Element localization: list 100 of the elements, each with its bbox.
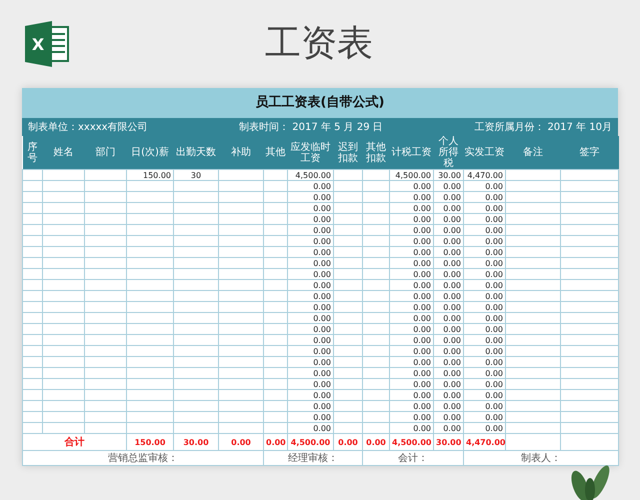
- total-label: 合计: [22, 434, 126, 450]
- table-cell: 0.00: [464, 390, 506, 400]
- table-cell: 0.00: [434, 224, 464, 236]
- table-cell: 0.00: [434, 390, 464, 400]
- table-cell: 0.00: [288, 356, 334, 368]
- signature-label: 经理审核：: [264, 450, 362, 466]
- table-cell: 0.00: [362, 434, 390, 450]
- table-cell: 0.00: [434, 346, 464, 356]
- table-cell: 150.00: [126, 170, 174, 180]
- table-cell: 4,500.00: [390, 434, 434, 450]
- table-cell: 0.00: [390, 258, 434, 268]
- table-cell: 0.00: [464, 324, 506, 334]
- column-header: 签字: [560, 136, 618, 170]
- table-cell: 0.00: [288, 378, 334, 390]
- table-cell: 0.00: [464, 246, 506, 258]
- table-cell: 0.00: [464, 312, 506, 324]
- table-cell: 0.00: [288, 236, 334, 246]
- company-label: 制表单位：xxxxx有限公司: [28, 120, 148, 134]
- table-cell: 0.00: [434, 246, 464, 258]
- table-cell: 0.00: [288, 368, 334, 378]
- logo-letter: X: [32, 35, 44, 54]
- column-header: 计税工资: [390, 136, 434, 170]
- table-cell: 0.00: [390, 412, 434, 422]
- table-cell: 0.00: [464, 268, 506, 280]
- column-header: 姓名: [42, 136, 84, 170]
- table-cell: 0.00: [434, 400, 464, 412]
- sheet-title: 员工工资表(自带公式): [256, 94, 384, 112]
- table-cell: 0.00: [434, 356, 464, 368]
- table-cell: 0.00: [390, 192, 434, 202]
- table-cell: 4,500.00: [288, 170, 334, 180]
- signature-label: 营销总监审核：: [22, 450, 264, 466]
- table-cell: 0.00: [464, 302, 506, 312]
- table-cell: 0.00: [288, 302, 334, 312]
- table-cell: 0.00: [390, 290, 434, 302]
- table-cell: 0.00: [390, 356, 434, 368]
- table-cell: 4,500.00: [288, 434, 334, 450]
- table-cell: 0.00: [434, 302, 464, 312]
- table-cell: 0.00: [288, 280, 334, 290]
- column-header: 个人所得税: [434, 136, 464, 170]
- table-cell: 4,470.00: [464, 170, 506, 180]
- table-cell: 0.00: [464, 412, 506, 422]
- table-cell: 0.00: [464, 258, 506, 268]
- table-cell: 0.00: [288, 312, 334, 324]
- table-cell: 0.00: [288, 224, 334, 236]
- table-cell: 4,470.00: [464, 434, 506, 450]
- table-cell: 0.00: [434, 412, 464, 422]
- table-cell: 0.00: [288, 400, 334, 412]
- table-cell: 0.00: [464, 400, 506, 412]
- table-cell: 150.00: [126, 434, 174, 450]
- page-title: 工资表: [265, 23, 373, 64]
- table-cell: 0.00: [464, 192, 506, 202]
- date-label: 制表时间： 2017 年 5 月 29 日: [239, 120, 383, 134]
- table-cell: 0.00: [464, 214, 506, 224]
- table-cell: 0.00: [434, 334, 464, 346]
- table-cell: 0.00: [390, 324, 434, 334]
- table-cell: 0.00: [390, 246, 434, 258]
- column-header: 其他扣款: [362, 136, 390, 170]
- table-cell: 0.00: [218, 434, 264, 450]
- table-cell: 0.00: [288, 246, 334, 258]
- column-header: 实发工资: [464, 136, 506, 170]
- table-cell: 0.00: [464, 378, 506, 390]
- column-header: 迟到扣款: [334, 136, 362, 170]
- table-cell: 0.00: [288, 390, 334, 400]
- column-header: 出勤天数: [174, 136, 218, 170]
- column-header: 部门: [84, 136, 126, 170]
- table-cell: 0.00: [434, 202, 464, 214]
- table-cell: 0.00: [390, 180, 434, 192]
- table-cell: 30.00: [434, 434, 464, 450]
- table-cell: 0.00: [288, 180, 334, 192]
- column-header: 补助: [218, 136, 264, 170]
- month-label: 工资所属月份： 2017 年 10月: [474, 120, 612, 134]
- table-cell: 0.00: [288, 192, 334, 202]
- table-cell: 0.00: [434, 236, 464, 246]
- table-cell: 0.00: [390, 368, 434, 378]
- signature-label: 会计：: [362, 450, 464, 466]
- table-cell: 0.00: [390, 346, 434, 356]
- table-cell: 30: [174, 170, 218, 180]
- table-cell: 0.00: [390, 378, 434, 390]
- table-cell: 0.00: [390, 214, 434, 224]
- table-cell: 0.00: [464, 334, 506, 346]
- table-cell: 0.00: [288, 258, 334, 268]
- column-header: 日(次)薪: [126, 136, 174, 170]
- column-header: 应发临时工资: [288, 136, 334, 170]
- table-cell: 30.00: [174, 434, 218, 450]
- table-cell: 0.00: [434, 378, 464, 390]
- table-cell: 0.00: [288, 334, 334, 346]
- table-cell: 0.00: [390, 334, 434, 346]
- table-cell: 0.00: [434, 258, 464, 268]
- column-header: 其他: [264, 136, 288, 170]
- signature-label: 制表人：: [464, 450, 618, 466]
- table-cell: 0.00: [288, 202, 334, 214]
- table-cell: 0.00: [390, 302, 434, 312]
- column-header: 序号: [22, 136, 42, 170]
- table-cell: 0.00: [434, 192, 464, 202]
- table-cell: 0.00: [264, 434, 288, 450]
- table-cell: 0.00: [288, 268, 334, 280]
- table-cell: 0.00: [434, 268, 464, 280]
- table-cell: 0.00: [434, 290, 464, 302]
- table-cell: 0.00: [464, 356, 506, 368]
- table-cell: 0.00: [390, 390, 434, 400]
